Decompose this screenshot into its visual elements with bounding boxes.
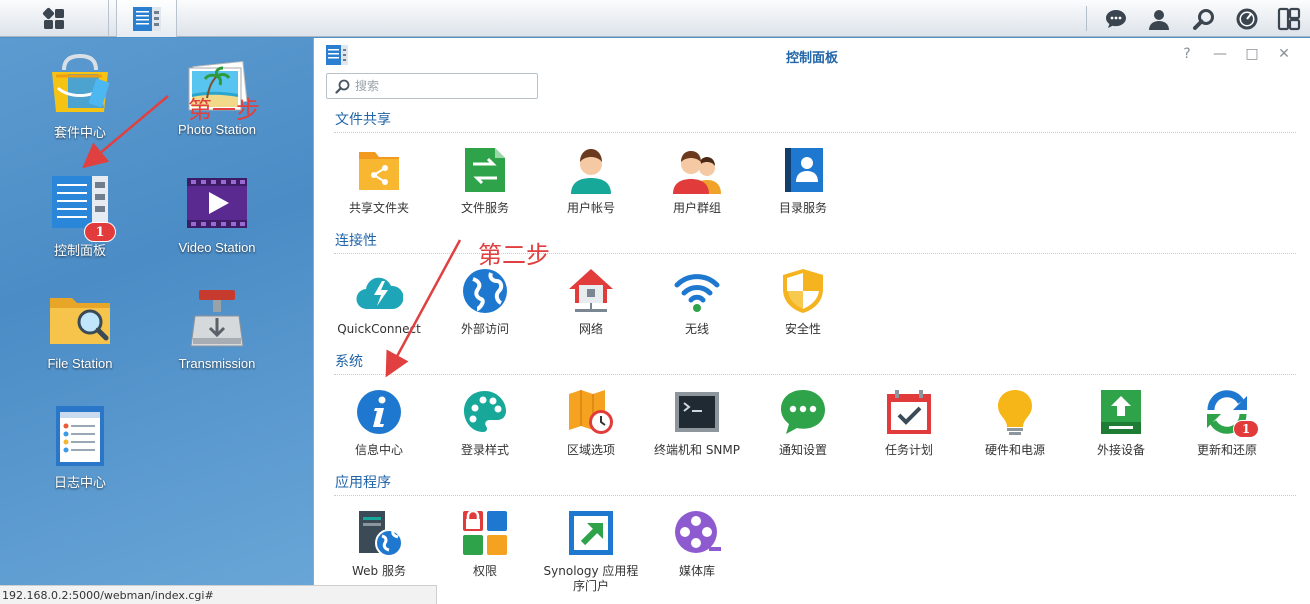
annotation-step1: 第一步 [188,96,260,124]
annotation-arrow-step2 [385,239,462,378]
status-bar-url: 192.168.0.2:5000/webman/index.cgi# [0,585,437,604]
annotation-arrow-step1 [82,95,169,169]
annotation-step2: 第二步 [478,241,550,269]
